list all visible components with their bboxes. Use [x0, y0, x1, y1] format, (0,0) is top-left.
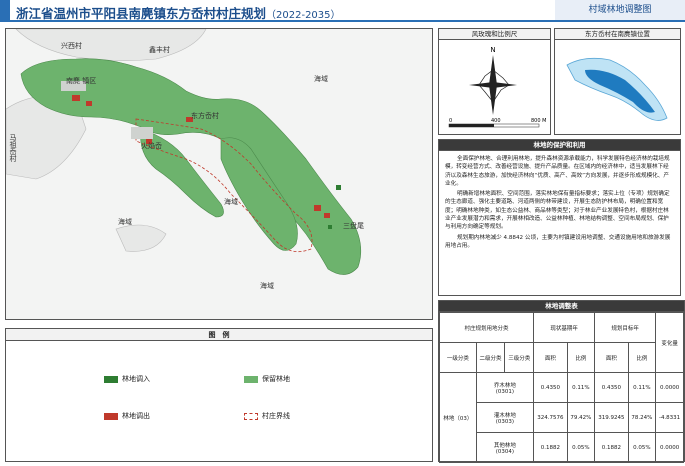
td-name: 乔木林地 (0301) — [475, 372, 535, 403]
td-cur-area: 0.4350 — [533, 372, 568, 403]
table-panel: 林地调整表 村庄规划用地分类 现状基期年 规划目标年 变化量 一级分类 二级分类… — [438, 300, 685, 463]
map-label-xinan: 兴西村 — [61, 42, 82, 50]
compass-arrow-horizontal — [469, 82, 517, 88]
th-cur-ratio: 比例 — [566, 342, 596, 373]
legend-swatch-forest-out — [104, 412, 118, 420]
td-tgt-area: 0.4350 — [594, 372, 629, 403]
th-change: 变化量 — [655, 312, 684, 373]
map-label-nanji-zhen: 南麂 镇区 — [66, 77, 97, 85]
forest-out-patch — [324, 213, 330, 218]
legend-label-village-boundary: 村庄界线 — [262, 412, 290, 420]
protection-title: 林地的保护和利用 — [439, 140, 680, 151]
forest-out-patch — [314, 205, 321, 211]
legend-swatch-forest-keep — [244, 375, 258, 383]
map-label-haiyu-4: 海域 — [224, 198, 238, 206]
map-label-haike: 鑫丰村 — [149, 46, 170, 54]
title-accent — [0, 0, 10, 20]
td-change: 0.0000 — [655, 432, 684, 463]
main-map: 兴西村 鑫丰村 南麂 镇区 马祖岙村 东方岙村 火焰岙 三盘尾 海域 海域 海域… — [5, 28, 433, 320]
neighbor-island-sw — [115, 224, 167, 252]
location-title: 东方岙村在南麂镇位置 — [555, 29, 680, 40]
td-change: -4.8331 — [655, 402, 684, 433]
th-target: 规划目标年 — [594, 312, 657, 343]
table-title: 林地调整表 — [439, 301, 684, 312]
th-level1: 一级分类 — [439, 342, 477, 373]
protection-body: 全面保护林地、合理利用林地，提升森林资源承载能力，科学发展特色经济林的栽培规模，… — [439, 151, 680, 256]
map-label-haiyu-2: 海域 — [118, 218, 132, 226]
forest-out-patch — [72, 95, 80, 101]
compass-panel: 风玫瑰和比例尺 N 0 400 800 M — [438, 28, 551, 135]
settlement-patch — [131, 127, 153, 139]
row-code: (0301) — [495, 388, 515, 395]
th-category: 村庄规划用地分类 — [438, 312, 535, 343]
map-label-haiyu-1: 海域 — [314, 75, 328, 83]
location-svg — [555, 40, 680, 134]
td-cur-area: 0.1882 — [533, 432, 568, 463]
title-main: 浙江省温州市平阳县南麂镇东方岙村村庄规划 — [16, 6, 267, 21]
legend-label-forest-keep: 保留林地 — [262, 375, 290, 383]
td-tgt-area: 319.9245 — [594, 402, 629, 433]
forest-out-patch — [86, 101, 92, 106]
th-tgt-area: 面积 — [594, 342, 629, 373]
protection-para-3: 规划期内林地减少 4.8842 公顷，主要为村镇建设用地调整、交通设施用地和旅游… — [445, 234, 671, 249]
table-row: 其他林地 (0304) 0.1882 0.05% 0.1882 0.05% 0.0… — [440, 432, 684, 463]
legend: 图 例 林地调入 保留林地 林地调出 村庄界线 — [5, 328, 433, 462]
table-row: 林地（03） 乔木林地 (0301) 0.4350 0.11% 0.4350 0.… — [439, 372, 684, 463]
legend-village-boundary: 村庄界线 — [244, 411, 290, 421]
title-period: （2022-2035） — [266, 10, 341, 21]
td-name: 灌木林地 (0303) — [475, 402, 535, 433]
protection-para-2: 明确新增林地面积、空间范围，落实林地保有量指标要求；落实上位（专项）规划确定的生… — [445, 191, 670, 231]
row-code: (0304) — [495, 448, 515, 455]
td-cur-ratio: 0.11% — [566, 372, 596, 403]
compass-title: 风玫瑰和比例尺 — [439, 29, 550, 40]
td-level1: 林地（03） — [439, 372, 477, 463]
forest-in-patch — [328, 225, 332, 229]
td-cur-ratio: 0.05% — [566, 432, 596, 463]
row-code: (0303) — [495, 418, 515, 425]
legend-swatch-boundary — [244, 412, 258, 420]
compass-svg: N 0 400 800 M — [448, 46, 546, 128]
legend-label-forest-out: 林地调出 — [122, 412, 150, 420]
location-panel: 东方岙村在南麂镇位置 — [554, 28, 681, 135]
legend-label-forest-in: 林地调入 — [122, 375, 150, 383]
map-label-mazu: 马祖岙村 — [9, 134, 17, 162]
legend-forest-keep: 保留林地 — [244, 374, 290, 384]
table-row: 灌木林地 (0303) 324.7576 79.42% 319.9245 78.2… — [440, 402, 684, 433]
th-level2: 二级分类 — [475, 342, 506, 373]
map-canvas — [6, 29, 362, 275]
neighbor-island-north — [15, 29, 207, 61]
map-label-haiyu-3: 海域 — [260, 282, 274, 290]
map-title: 村域林地调整图 — [555, 0, 685, 20]
td-tgt-ratio: 0.11% — [627, 372, 657, 403]
map-label-dongfang: 东方岙村 — [191, 112, 219, 120]
scale-tick-1: 400 — [491, 118, 501, 124]
map-label-huoyan: 火焰岙 — [141, 142, 162, 150]
td-tgt-ratio: 0.05% — [627, 432, 657, 463]
compass-north-label: N — [490, 46, 495, 54]
legend-swatch-forest-in — [104, 375, 118, 383]
td-change: 0.0000 — [655, 372, 684, 403]
forest-in-patch — [336, 185, 341, 190]
map-label-sanpan: 三盘尾 — [343, 222, 364, 230]
legend-forest-in: 林地调入 — [104, 374, 150, 384]
legend-title: 图 例 — [6, 329, 432, 341]
td-tgt-ratio: 78.24% — [627, 402, 657, 433]
td-cur-area: 324.7576 — [533, 402, 568, 433]
td-cur-ratio: 79.42% — [566, 402, 596, 433]
th-level3: 三级分类 — [504, 342, 535, 373]
th-current: 现状基期年 — [533, 312, 596, 343]
legend-forest-out: 林地调出 — [104, 411, 150, 421]
title-bar: 浙江省温州市平阳县南麂镇东方岙村村庄规划（2022-2035） 村域林地调整图 — [0, 0, 685, 22]
scale-tick-0: 0 — [449, 118, 452, 124]
th-tgt-ratio: 比例 — [627, 342, 657, 373]
th-cur-area: 面积 — [533, 342, 568, 373]
protection-para-1: 全面保护林地、合理利用林地，提升森林资源承载能力，科学发展特色经济林的栽培规模，… — [445, 156, 670, 187]
scale-tick-2: 800 M — [531, 118, 546, 124]
page-title: 浙江省温州市平阳县南麂镇东方岙村村庄规划（2022-2035） — [16, 3, 341, 22]
td-tgt-area: 0.1882 — [594, 432, 629, 463]
protection-panel: 林地的保护和利用 全面保护林地、合理利用林地，提升森林资源承载能力，科学发展特色… — [438, 139, 681, 296]
scale-bar-segment — [449, 124, 494, 127]
td-name: 其他林地 (0304) — [475, 432, 535, 463]
forest-adjust-table: 村庄规划用地分类 现状基期年 规划目标年 变化量 一级分类 二级分类 三级分类 … — [438, 312, 684, 463]
